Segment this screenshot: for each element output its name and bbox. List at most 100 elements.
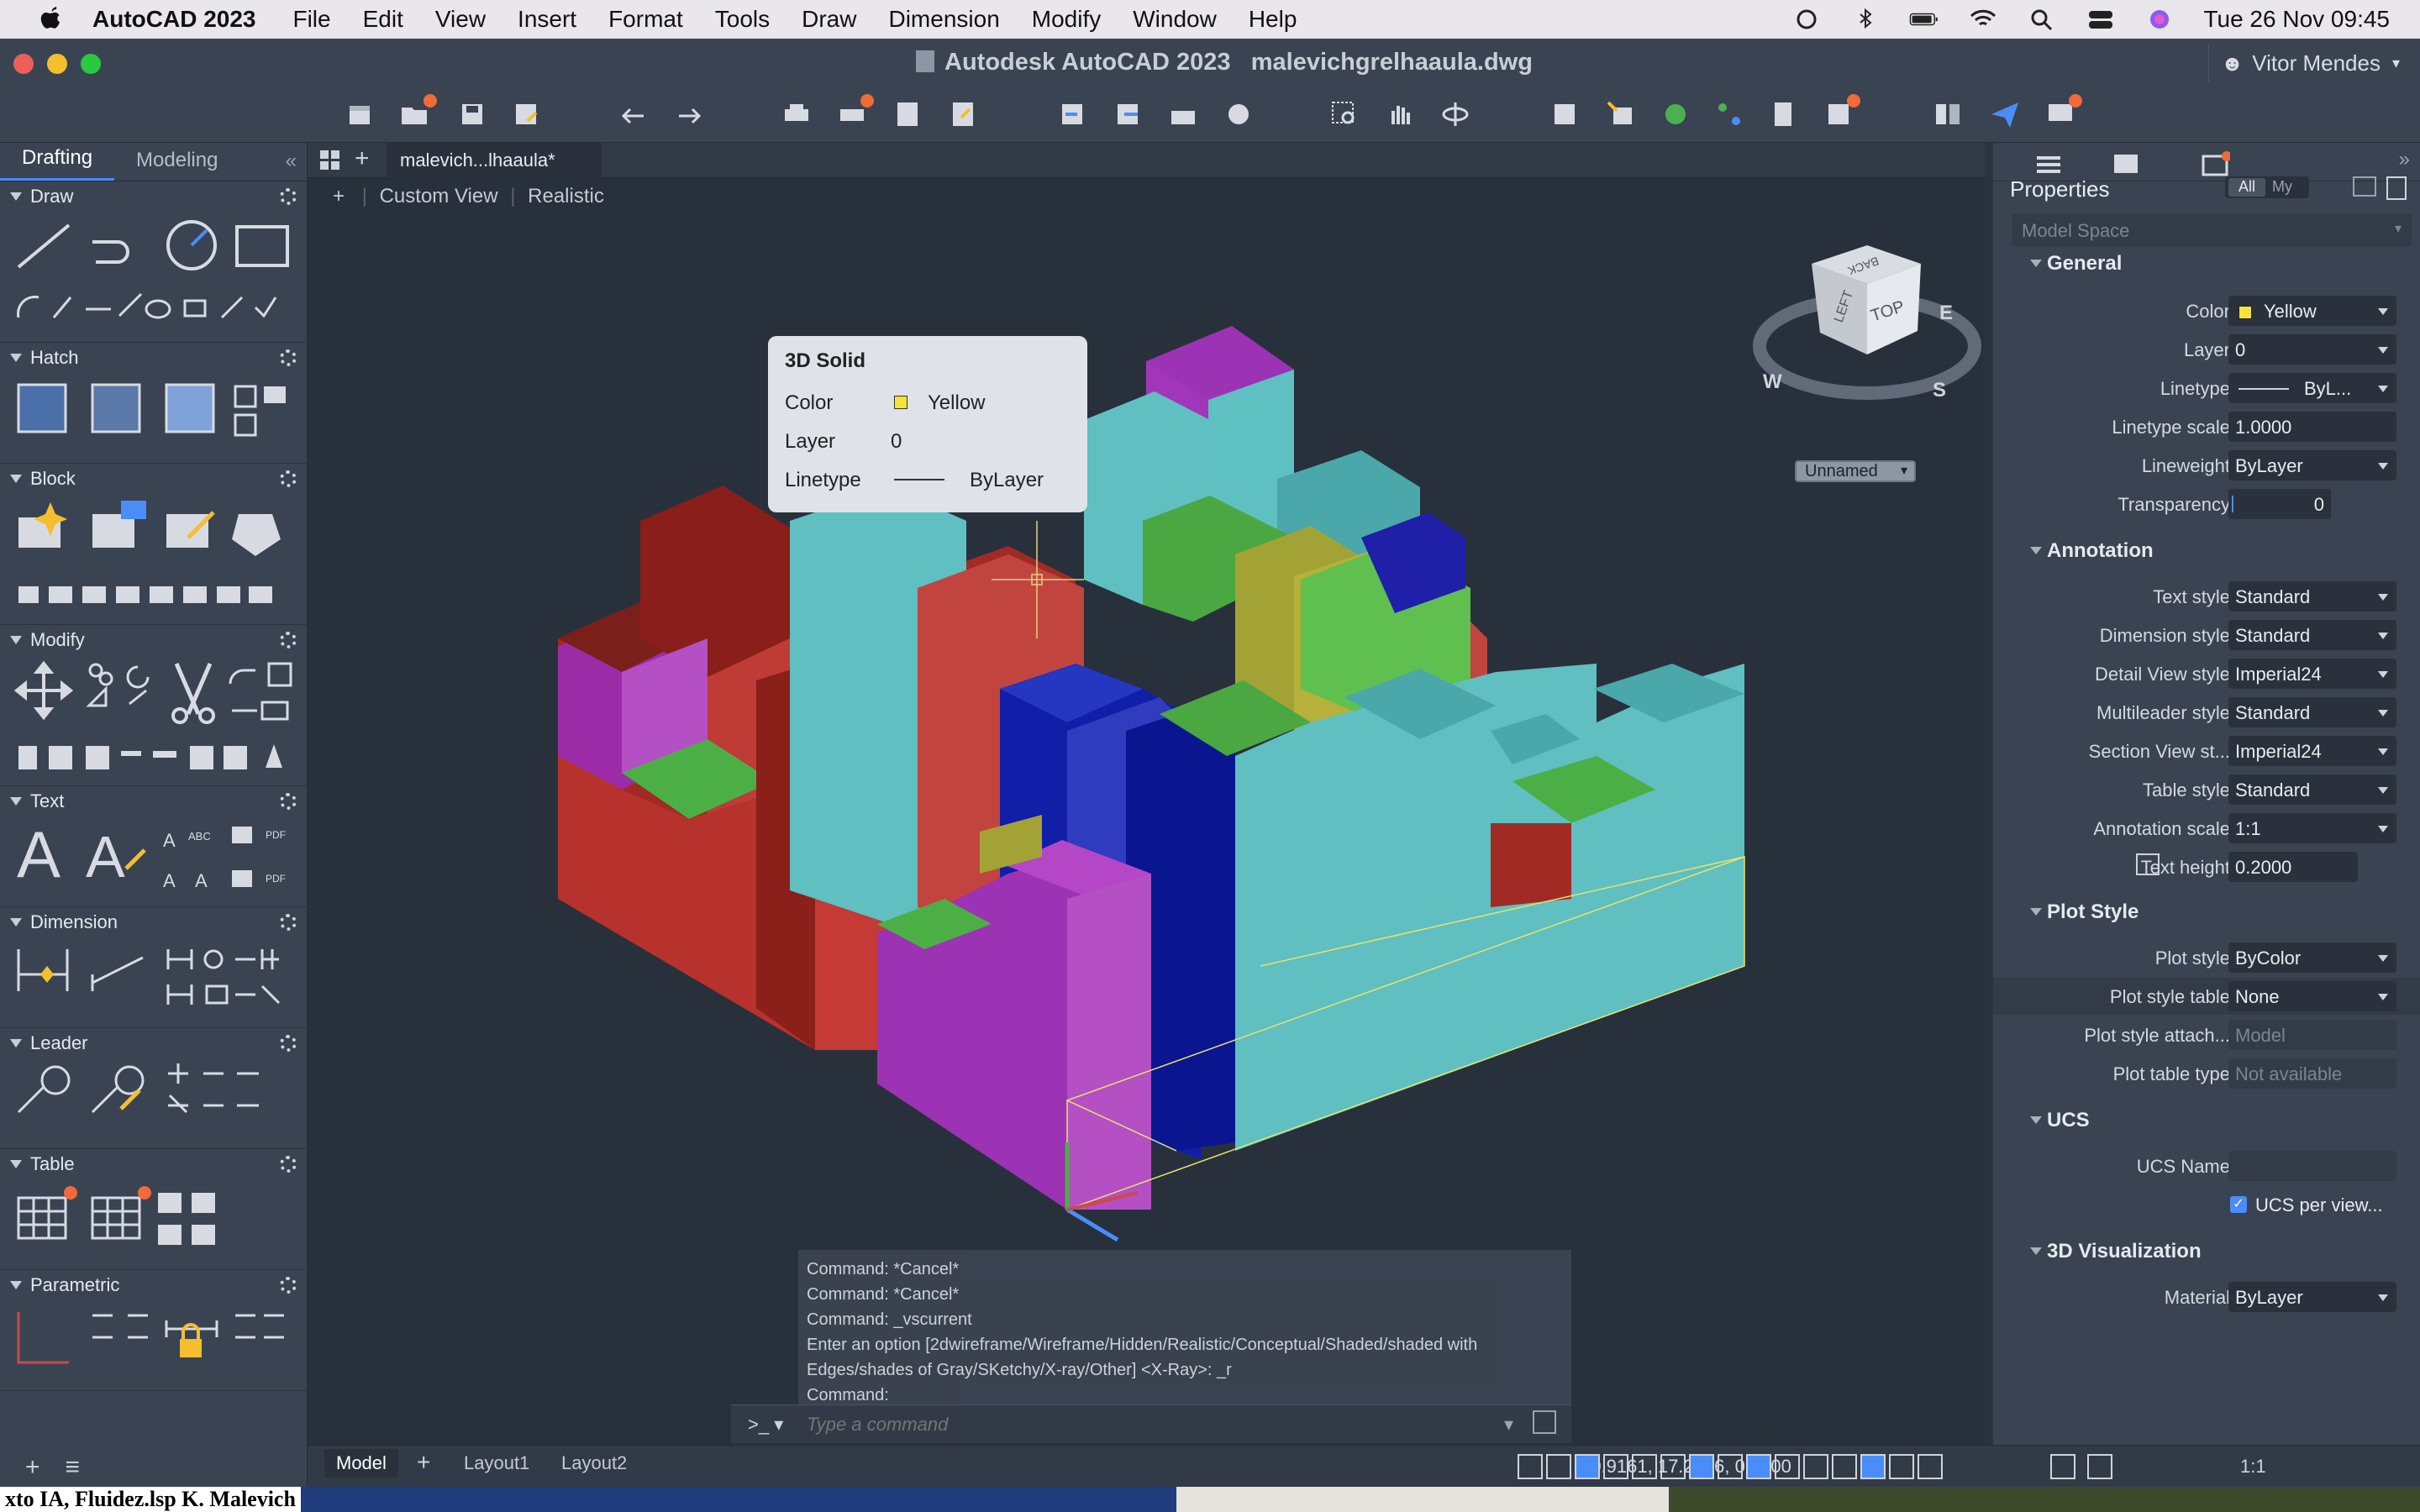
property-value[interactable]: Imperial24 (2228, 659, 2396, 689)
menu-file[interactable]: File (292, 6, 330, 33)
section-header[interactable]: Hatch (0, 343, 307, 373)
selection-cycling-icon[interactable] (1718, 1454, 1743, 1479)
layer-properties-button[interactable] (1546, 96, 1583, 133)
share-button[interactable] (1220, 96, 1257, 133)
screen-button[interactable] (2042, 94, 2082, 133)
model-viewport[interactable]: + | Custom View | Realistic TOP LEFT BAC… (308, 178, 1985, 1446)
page-setup-button[interactable] (889, 96, 926, 133)
plot-button[interactable] (778, 96, 815, 133)
expand-palette-icon[interactable]: » (2399, 148, 2410, 171)
menu-format[interactable]: Format (608, 6, 683, 33)
settings-icon[interactable] (2087, 1454, 2112, 1479)
ucs-per-viewport-checkbox[interactable]: ✓ (2230, 1196, 2247, 1213)
property-value[interactable]: Yellow (2228, 296, 2396, 326)
siri-icon[interactable] (2144, 8, 2175, 31)
snap-icon[interactable] (1546, 1454, 1571, 1479)
modify-tools[interactable] (12, 659, 297, 785)
menu-draw[interactable]: Draw (802, 6, 856, 33)
table-tools[interactable] (12, 1183, 297, 1267)
section-header[interactable]: Text (0, 786, 307, 816)
quick-select-icon[interactable] (2353, 176, 2376, 197)
gear-icon[interactable] (280, 349, 297, 366)
undo-button[interactable] (615, 96, 652, 133)
workspace-icon[interactable] (2050, 1454, 2075, 1479)
property-value[interactable]: Standard (2228, 697, 2396, 727)
minimize-window-button[interactable] (47, 54, 67, 74)
open-button[interactable] (397, 94, 437, 133)
menu-window[interactable]: Window (1133, 6, 1217, 33)
menu-tools[interactable]: Tools (715, 6, 770, 33)
user-account-menu[interactable]: ☻ Vitor Mendes ▾ (2207, 44, 2412, 82)
annotation-visibility-icon[interactable] (1889, 1454, 1914, 1479)
markup-button[interactable] (1820, 94, 1860, 133)
section-header[interactable]: Table (0, 1149, 307, 1179)
zoom-window-tool[interactable] (1326, 96, 1363, 133)
annotation-scale[interactable]: 1:1 (2240, 1456, 2266, 1478)
tab-modeling[interactable]: Modeling (114, 149, 239, 181)
battery-icon[interactable] (1909, 8, 1939, 31)
tab-drafting[interactable]: Drafting (0, 146, 115, 181)
property-value[interactable]: ByColor (2228, 942, 2396, 973)
send-button[interactable] (1986, 96, 2023, 133)
tab-layout1[interactable]: Layout1 (464, 1452, 529, 1474)
section-header[interactable]: Draw (0, 181, 307, 212)
gear-icon[interactable] (280, 914, 297, 931)
zoom-window-button[interactable] (81, 54, 101, 74)
section-plot-style[interactable]: Plot Style (2029, 900, 2139, 924)
tab-model[interactable]: Model (324, 1449, 398, 1478)
blocks-tab-icon[interactable] (2200, 151, 2230, 176)
property-value[interactable]: 1.0000 (2228, 412, 2396, 442)
property-value[interactable]: ByL... (2228, 373, 2396, 403)
filter-all-button[interactable]: All (2228, 178, 2265, 197)
gear-icon[interactable] (280, 632, 297, 648)
grid-view-icon[interactable] (319, 150, 341, 171)
save-as-button[interactable] (508, 96, 544, 133)
property-value[interactable]: ByLayer (2228, 450, 2396, 480)
gizmo-icon[interactable] (1860, 1454, 1886, 1479)
menu-edit[interactable]: Edit (363, 6, 403, 33)
match-layer-button[interactable] (1602, 96, 1639, 133)
compass-south[interactable]: S (1933, 379, 1946, 402)
menu-view[interactable]: View (435, 6, 486, 33)
orbit-tool[interactable] (1437, 96, 1474, 133)
publish-button[interactable] (944, 96, 981, 133)
command-history-dropdown[interactable]: ▾ (1504, 1414, 1513, 1436)
menu-insert[interactable]: Insert (518, 6, 576, 33)
property-value[interactable]: Standard (2228, 581, 2396, 612)
ucs-menu[interactable]: Unnamed ▾ (1795, 460, 1916, 482)
wifi-icon[interactable] (1968, 8, 1998, 31)
section-header[interactable]: Leader (0, 1028, 307, 1058)
app-menu[interactable]: AutoCAD 2023 (92, 6, 255, 33)
dimension-tools[interactable] (12, 941, 297, 1025)
gear-icon[interactable] (280, 793, 297, 810)
gear-icon[interactable] (280, 1277, 297, 1294)
apple-icon[interactable] (34, 3, 67, 36)
command-prompt-button[interactable]: >_ ▾ (748, 1414, 783, 1436)
creative-cloud-icon[interactable] (1791, 8, 1822, 31)
select-objects-icon[interactable] (2386, 176, 2407, 200)
property-value[interactable]: Standard (2228, 774, 2396, 805)
parametric-tools[interactable] (12, 1304, 297, 1388)
selection-filter-icon[interactable] (1832, 1454, 1857, 1479)
export-button[interactable] (1109, 96, 1146, 133)
viewcube[interactable]: TOP LEFT BACK W S E (1753, 228, 1985, 447)
sheet-set-button[interactable] (1765, 96, 1802, 133)
section-header[interactable]: Block (0, 464, 307, 494)
compare-button[interactable] (1929, 96, 1966, 133)
section-annotation[interactable]: Annotation (2030, 539, 2154, 563)
new-tab-icon[interactable]: + (355, 144, 370, 173)
customize-command-icon[interactable] (1533, 1410, 1556, 1434)
gear-icon[interactable] (280, 470, 297, 487)
section-ucs[interactable]: UCS (2030, 1109, 2090, 1132)
property-value[interactable]: 0 (2228, 334, 2396, 365)
command-input[interactable] (807, 1410, 1479, 1439)
leader-tools[interactable] (12, 1062, 297, 1146)
transparency-icon[interactable] (1689, 1454, 1714, 1479)
ortho-icon[interactable] (1575, 1454, 1600, 1479)
menu-help[interactable]: Help (1249, 6, 1297, 33)
property-value[interactable]: 0.2000 (2228, 852, 2358, 882)
section-header[interactable]: Parametric (0, 1270, 307, 1300)
add-layout-icon[interactable]: + (417, 1449, 430, 1476)
batch-plot-button[interactable] (834, 94, 874, 133)
layers-tab-icon[interactable] (2111, 151, 2141, 176)
